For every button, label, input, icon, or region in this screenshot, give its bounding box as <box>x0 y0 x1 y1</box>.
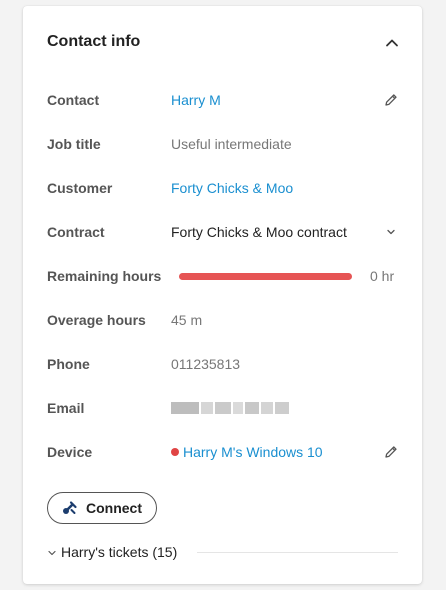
device-link[interactable]: Harry M's Windows 10 <box>183 444 323 460</box>
phone-label: Phone <box>47 356 90 372</box>
chevron-up-icon <box>386 39 398 47</box>
contract-row: Contract Forty Chicks & Moo contract <box>23 220 422 244</box>
remaining-hours-bar <box>179 273 352 280</box>
chevron-down-icon[interactable] <box>385 226 397 238</box>
connect-icon <box>63 501 77 514</box>
contact-row: Contact Harry M <box>23 88 422 112</box>
job-title-label: Job title <box>47 136 101 152</box>
customer-row: Customer Forty Chicks & Moo <box>23 176 422 200</box>
status-dot <box>171 448 179 456</box>
contact-link[interactable]: Harry M <box>171 92 221 108</box>
remaining-hours-value: 0 hr <box>370 268 395 284</box>
remaining-hours-label: Remaining hours <box>47 268 162 284</box>
remaining-hours-bar-fill <box>179 273 352 280</box>
divider <box>197 552 398 553</box>
customer-label: Customer <box>47 180 113 196</box>
contact-label: Contact <box>47 92 100 108</box>
pencil-icon[interactable] <box>382 91 400 109</box>
device-row: Device Harry M's Windows 10 <box>23 440 422 464</box>
remaining-hours-row: Remaining hours 0 hr <box>23 264 422 288</box>
collapse-button[interactable] <box>381 32 403 54</box>
job-title-row: Job title Useful intermediate <box>23 132 422 156</box>
tickets-section-toggle[interactable]: Harry's tickets (15) <box>47 543 398 563</box>
job-title-value: Useful intermediate <box>171 136 292 152</box>
tickets-section-label: Harry's tickets (15) <box>61 544 178 560</box>
contract-label: Contract <box>47 224 105 240</box>
connect-button[interactable]: Connect <box>47 492 157 524</box>
contract-select[interactable]: Forty Chicks & Moo contract <box>171 224 347 240</box>
overage-hours-label: Overage hours <box>47 312 146 328</box>
customer-link[interactable]: Forty Chicks & Moo <box>171 180 293 196</box>
email-row: Email <box>23 396 422 420</box>
email-label: Email <box>47 400 85 416</box>
chevron-down-icon <box>48 550 56 556</box>
connect-button-label: Connect <box>86 500 142 516</box>
phone-row: Phone 011235813 <box>23 352 422 376</box>
overage-hours-value: 45 m <box>171 312 203 328</box>
device-label: Device <box>47 444 93 460</box>
phone-value: 011235813 <box>171 356 241 372</box>
email-redacted <box>171 402 289 414</box>
overage-hours-row: Overage hours 45 m <box>23 308 422 332</box>
contact-info-card: Contact info Contact Harry M Job title U… <box>23 6 422 584</box>
pencil-icon[interactable] <box>382 443 400 461</box>
card-title: Contact info <box>47 33 141 50</box>
